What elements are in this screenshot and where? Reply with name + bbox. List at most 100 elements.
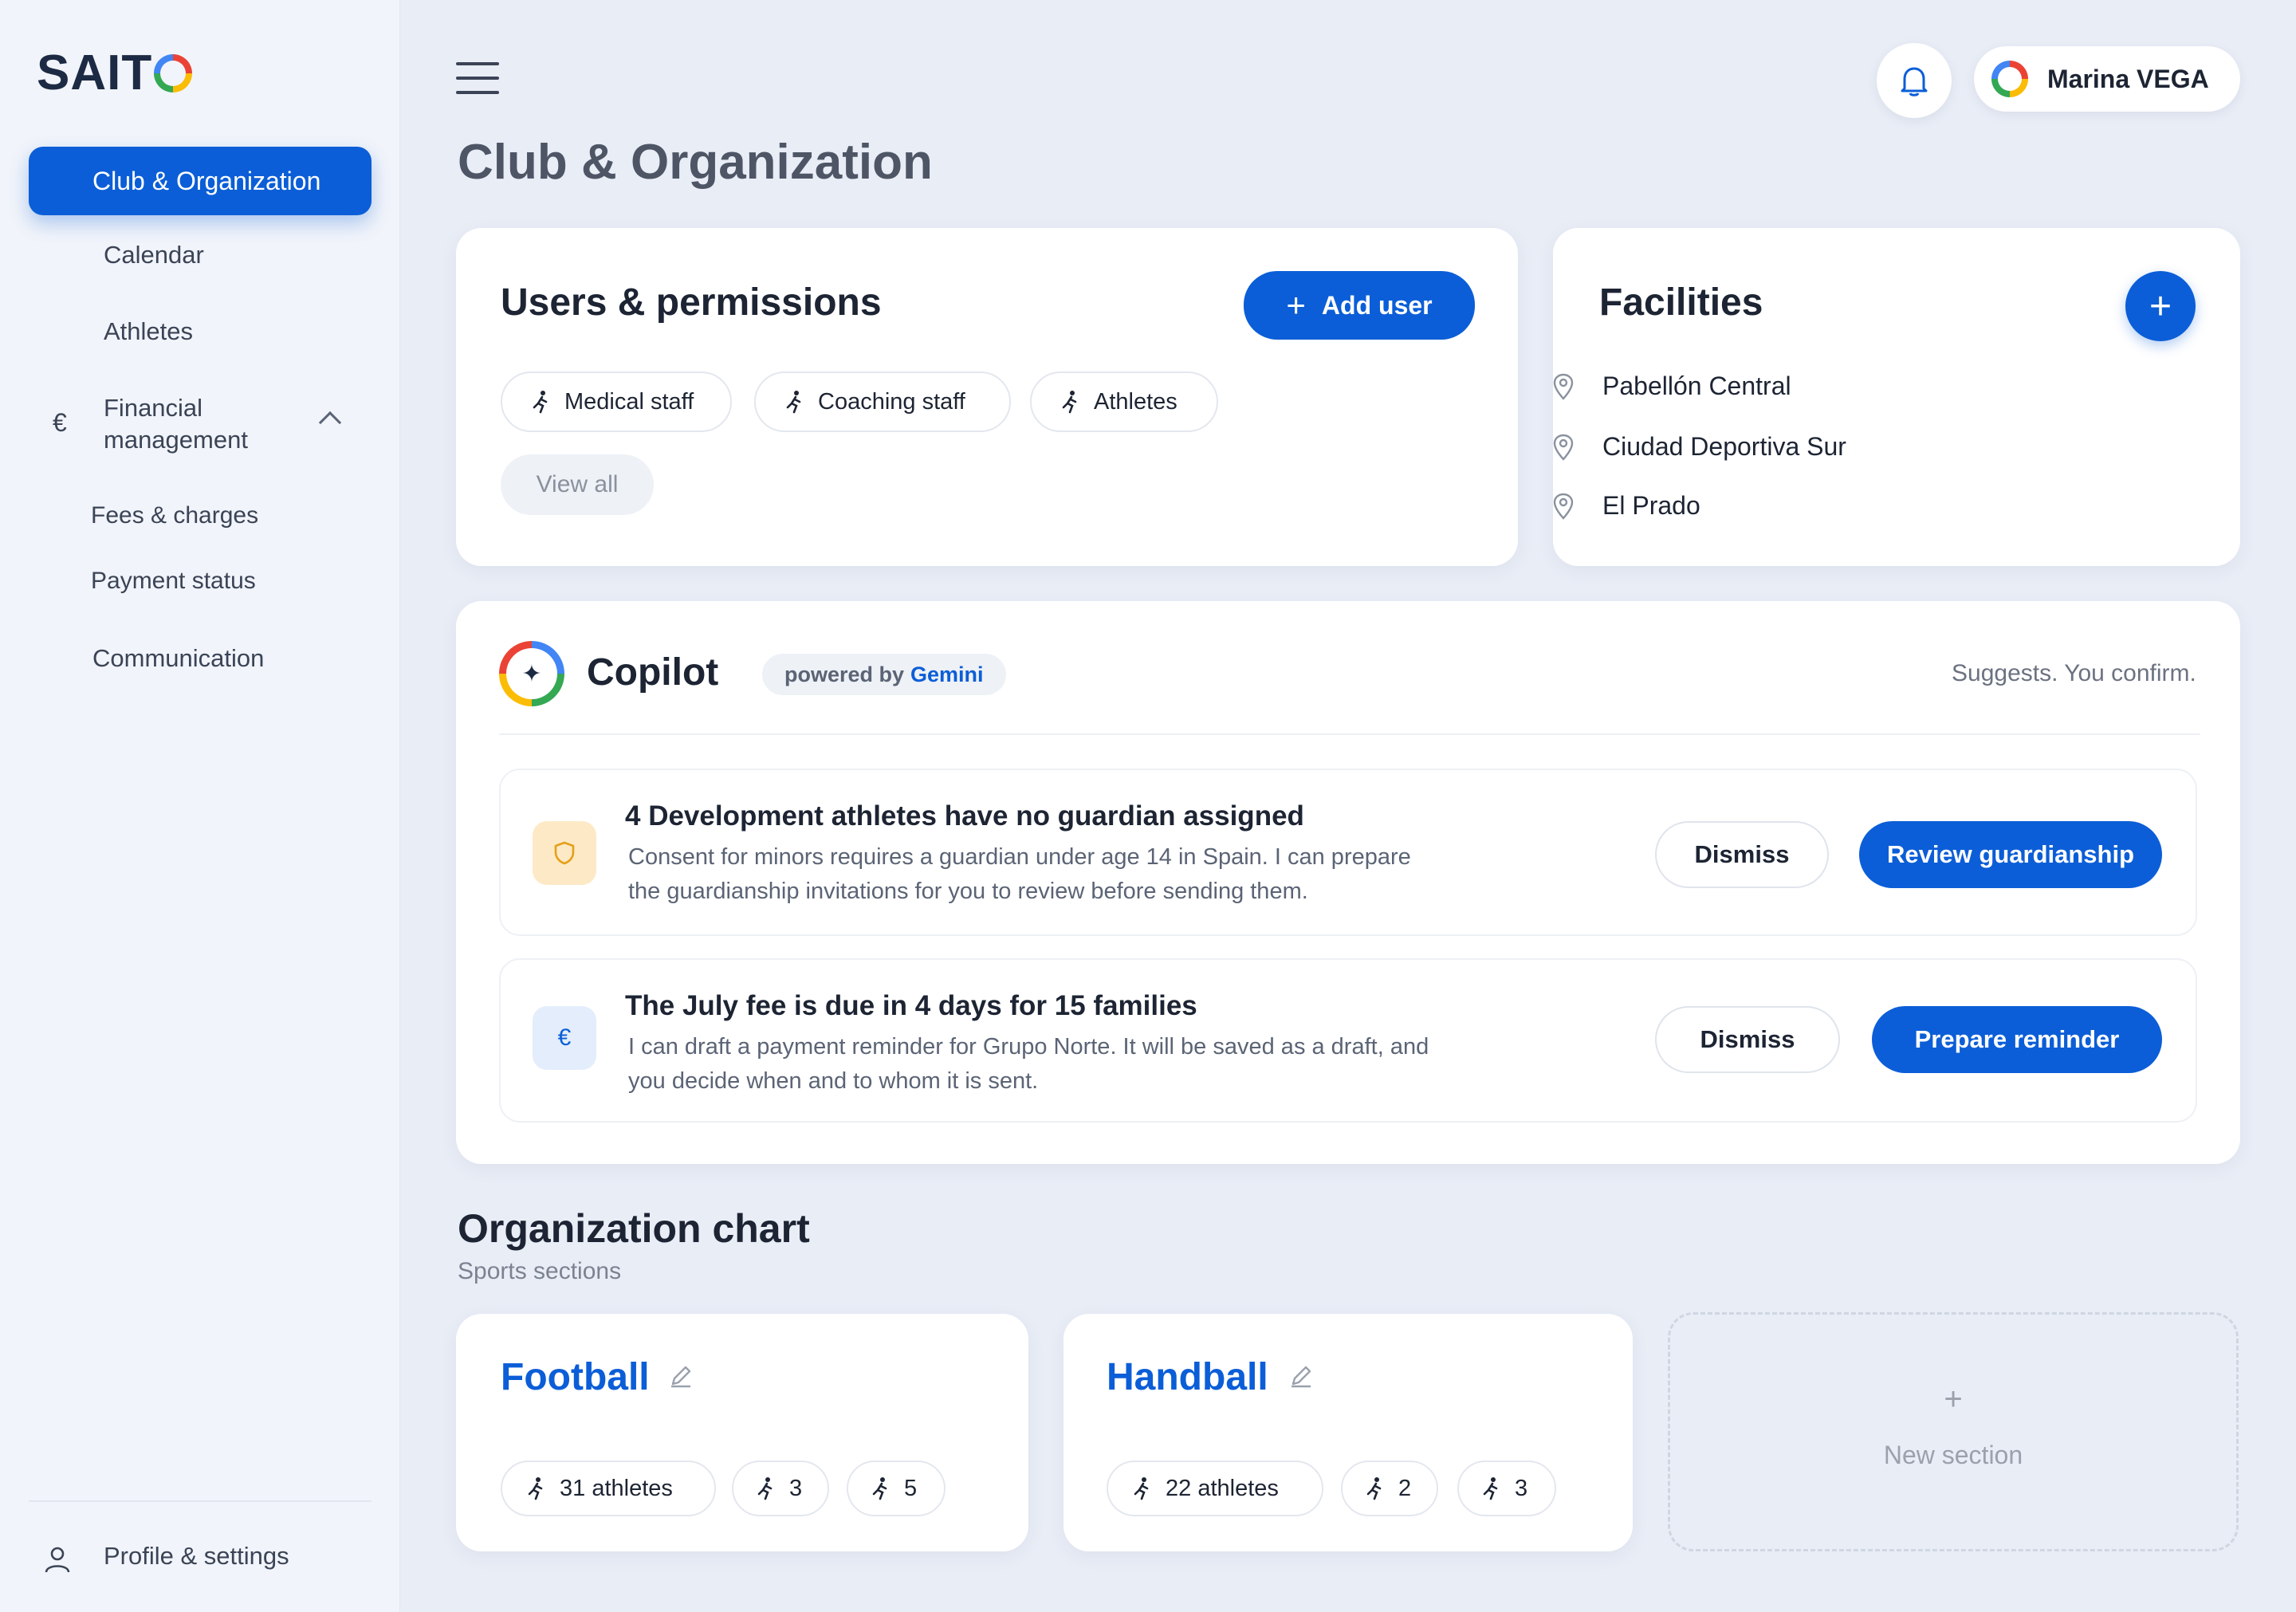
facility-item[interactable]: Ciudad Deportiva Sur <box>1553 432 1846 462</box>
sidebar-item-label: Profile & settings <box>104 1542 289 1570</box>
section-card-football[interactable]: Football 31 athletes 3 5 <box>456 1314 1028 1551</box>
suggestion-body: I can draft a payment reminder for Grupo… <box>628 1034 1429 1094</box>
app-logo[interactable]: SAIT <box>37 45 193 101</box>
team-count-chip: 5 <box>847 1461 946 1516</box>
sidebar-item-label: Payment status <box>91 568 256 594</box>
sidebar-item-fees-charges[interactable]: Fees & charges <box>91 502 258 529</box>
sidebar-item-club-organization[interactable]: Club & Organization <box>29 147 372 215</box>
plus-icon: + <box>1944 1382 1963 1417</box>
facility-item[interactable]: Pabellón Central <box>1553 372 1791 401</box>
shield-icon <box>554 841 575 865</box>
new-section-button[interactable]: + New section <box>1668 1312 2239 1551</box>
chip-label: Athletes <box>1094 388 1177 415</box>
shield-icon-badge <box>533 821 596 885</box>
sidebar-divider <box>29 1500 372 1502</box>
copilot-logo: ✦ <box>499 641 564 706</box>
sidebar-item-label: Club & Organization <box>92 166 321 195</box>
runner-icon <box>533 391 548 414</box>
powered-prefix: powered by <box>784 662 905 686</box>
chip-label: 22 athletes <box>1166 1475 1279 1501</box>
add-facility-button[interactable]: + <box>2125 271 2196 341</box>
suggestion-card-july-fee: € The July fee is due in 4 days for 15 f… <box>499 958 2197 1123</box>
suggestion-card-guardian: 4 Development athletes have no guardian … <box>499 769 2197 936</box>
sidebar: SAIT Club & Organization Calendar Athlet… <box>0 0 400 1612</box>
person-icon <box>45 1547 70 1573</box>
new-section-label: New section <box>1883 1441 2023 1469</box>
suggestion-title: The July fee is due in 4 days for 15 fam… <box>625 990 1197 1021</box>
sidebar-item-payment-status[interactable]: Payment status <box>91 568 256 595</box>
avatar <box>1991 61 2028 97</box>
plus-icon: + <box>2149 285 2172 328</box>
sidebar-item-athletes[interactable]: Athletes <box>104 317 193 346</box>
add-user-label: Add user <box>1321 290 1433 320</box>
dismiss-label: Dismiss <box>1700 1025 1795 1053</box>
facilities-card-title: Facilities <box>1599 281 1763 324</box>
sidebar-item-label: Communication <box>92 644 265 672</box>
chevron-up-icon[interactable] <box>318 411 342 434</box>
location-pin-icon <box>1553 373 1574 400</box>
notifications-button[interactable] <box>1877 43 1952 118</box>
section-name: Football <box>501 1356 650 1398</box>
copilot-divider <box>499 733 2200 735</box>
section-name: Handball <box>1107 1356 1268 1398</box>
runner-icon <box>757 1477 773 1500</box>
runner-icon <box>1134 1477 1149 1500</box>
copilot-tagline: Suggests. You confirm. <box>1952 660 2196 686</box>
runner-icon <box>528 1477 543 1500</box>
location-pin-icon <box>1553 434 1574 461</box>
suggestion-body: Consent for minors requires a guardian u… <box>628 844 1411 904</box>
sidebar-item-communication[interactable]: Communication <box>92 644 264 673</box>
chip-athletes[interactable]: Athletes <box>1030 372 1218 432</box>
dismiss-label: Dismiss <box>1694 840 1790 868</box>
users-permissions-card: Users & permissions + Add user Medical s… <box>456 228 1518 566</box>
chip-coaching-staff[interactable]: Coaching staff <box>754 372 1011 432</box>
runner-icon <box>1483 1477 1498 1500</box>
menu-icon[interactable] <box>456 62 499 97</box>
plus-icon: + <box>1286 286 1306 324</box>
powered-by-badge: powered by Gemini <box>762 654 1006 695</box>
chip-label: 5 <box>904 1475 918 1501</box>
section-card-handball[interactable]: Handball 22 athletes 2 3 <box>1063 1314 1633 1551</box>
copilot-name: Copilot <box>587 651 719 694</box>
team-count-chip: 3 <box>1457 1461 1556 1516</box>
bell-icon <box>1901 67 1928 96</box>
facility-name: El Prado <box>1602 491 1700 520</box>
chip-label: 3 <box>789 1475 803 1501</box>
runner-icon <box>1062 391 1077 414</box>
view-all-label: View all <box>536 471 619 497</box>
user-menu-button[interactable]: Marina VEGA <box>1974 46 2240 112</box>
dismiss-button[interactable]: Dismiss <box>1655 821 1829 888</box>
add-user-button[interactable]: + Add user <box>1244 271 1475 340</box>
org-chart-title: Organization chart <box>458 1206 810 1251</box>
sparkle-icon: ✦ <box>521 660 542 687</box>
staff-count-chip: 2 <box>1341 1461 1438 1516</box>
sidebar-item-calendar[interactable]: Calendar <box>104 241 204 269</box>
prepare-reminder-button[interactable]: Prepare reminder <box>1872 1006 2162 1073</box>
location-pin-icon <box>1553 493 1574 520</box>
euro-icon-badge: € <box>533 1006 596 1070</box>
athletes-count-chip: 22 athletes <box>1107 1461 1323 1516</box>
action-label: Prepare reminder <box>1914 1025 2120 1053</box>
dismiss-button[interactable]: Dismiss <box>1655 1006 1840 1073</box>
logo-text: SAIT <box>37 45 153 100</box>
runner-icon <box>1366 1477 1382 1500</box>
sidebar-item-label: Athletes <box>104 317 194 345</box>
user-name: Marina VEGA <box>2047 64 2209 93</box>
chip-medical-staff[interactable]: Medical staff <box>501 372 732 432</box>
sidebar-item-label: Fees & charges <box>91 502 259 529</box>
page-title: Club & Organization <box>458 135 933 190</box>
pencil-icon[interactable] <box>668 1363 694 1389</box>
chip-label: Coaching staff <box>818 388 965 415</box>
sidebar-item-profile-settings[interactable]: Profile & settings <box>104 1542 289 1571</box>
review-guardianship-button[interactable]: Review guardianship <box>1859 821 2162 888</box>
chip-label: 2 <box>1398 1475 1412 1501</box>
facility-item[interactable]: El Prado <box>1553 491 1700 521</box>
sidebar-item-label: Financial management <box>104 394 248 454</box>
chip-label: 3 <box>1515 1475 1528 1501</box>
view-all-button[interactable]: View all <box>501 454 654 515</box>
chip-label: Medical staff <box>564 388 694 415</box>
powered-brand: Gemini <box>910 662 984 686</box>
sidebar-item-financial-management[interactable]: Financial management <box>104 392 279 456</box>
pencil-icon[interactable] <box>1288 1363 1314 1389</box>
suggestion-title: 4 Development athletes have no guardian … <box>625 800 1304 832</box>
